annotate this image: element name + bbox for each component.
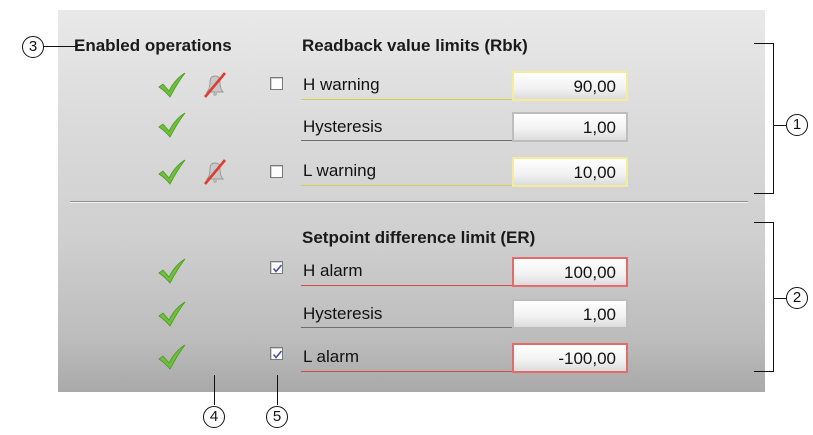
setpoint-limit-header: Setpoint difference limit (ER) [302, 228, 536, 247]
bell-crossed-icon [204, 159, 226, 185]
l-warning-value[interactable]: 10,00 [512, 157, 628, 187]
l-warning-underline [301, 185, 514, 186]
readback-hysteresis-value[interactable]: 1,00 [512, 112, 628, 142]
l-alarm-underline [301, 371, 514, 372]
hysteresis-underline [301, 140, 514, 141]
checkmark-icon [158, 159, 186, 185]
callout-4: 4 [203, 406, 225, 428]
l-alarm-checkbox[interactable] [270, 347, 283, 360]
l-warning-checkbox[interactable] [270, 165, 283, 178]
checkbox-tick-icon [272, 350, 283, 359]
callout-5: 5 [266, 406, 288, 428]
callout-3-leader [44, 46, 78, 48]
h-alarm-underline [301, 285, 514, 286]
h-warning-checkbox[interactable] [270, 77, 283, 90]
h-alarm-value[interactable]: 100,00 [512, 257, 628, 287]
checkmark-icon [158, 344, 186, 370]
callout-5-leader [277, 375, 279, 405]
checkbox-tick-icon [272, 264, 283, 273]
h-warning-value[interactable]: 90,00 [512, 71, 628, 101]
h-warning-label: H warning [303, 75, 380, 94]
callout-1: 1 [786, 114, 808, 136]
l-alarm-value[interactable]: -100,00 [512, 343, 628, 373]
h-warning-underline [301, 99, 514, 100]
enabled-operations-header: Enabled operations [74, 36, 232, 55]
checkmark-icon [158, 301, 186, 327]
bracket-1 [754, 43, 774, 45]
hysteresis-underline [301, 327, 514, 328]
h-alarm-checkbox[interactable] [270, 261, 283, 274]
callout-2: 2 [786, 287, 808, 309]
bracket-2 [754, 222, 774, 224]
hysteresis-label: Hysteresis [303, 304, 383, 323]
checkmark-icon [158, 258, 186, 284]
hysteresis-label: Hysteresis [303, 117, 383, 136]
h-alarm-label: H alarm [303, 261, 363, 280]
callout-4-leader [214, 375, 216, 405]
setpoint-hysteresis-value[interactable]: 1,00 [512, 299, 628, 329]
readback-limits-header: Readback value limits (Rbk) [302, 36, 528, 55]
l-alarm-label: L alarm [303, 347, 360, 366]
checkmark-icon [158, 112, 186, 138]
bell-crossed-icon [204, 72, 226, 98]
l-warning-label: L warning [303, 161, 377, 180]
checkmark-icon [158, 72, 186, 98]
callout-3: 3 [22, 36, 44, 58]
